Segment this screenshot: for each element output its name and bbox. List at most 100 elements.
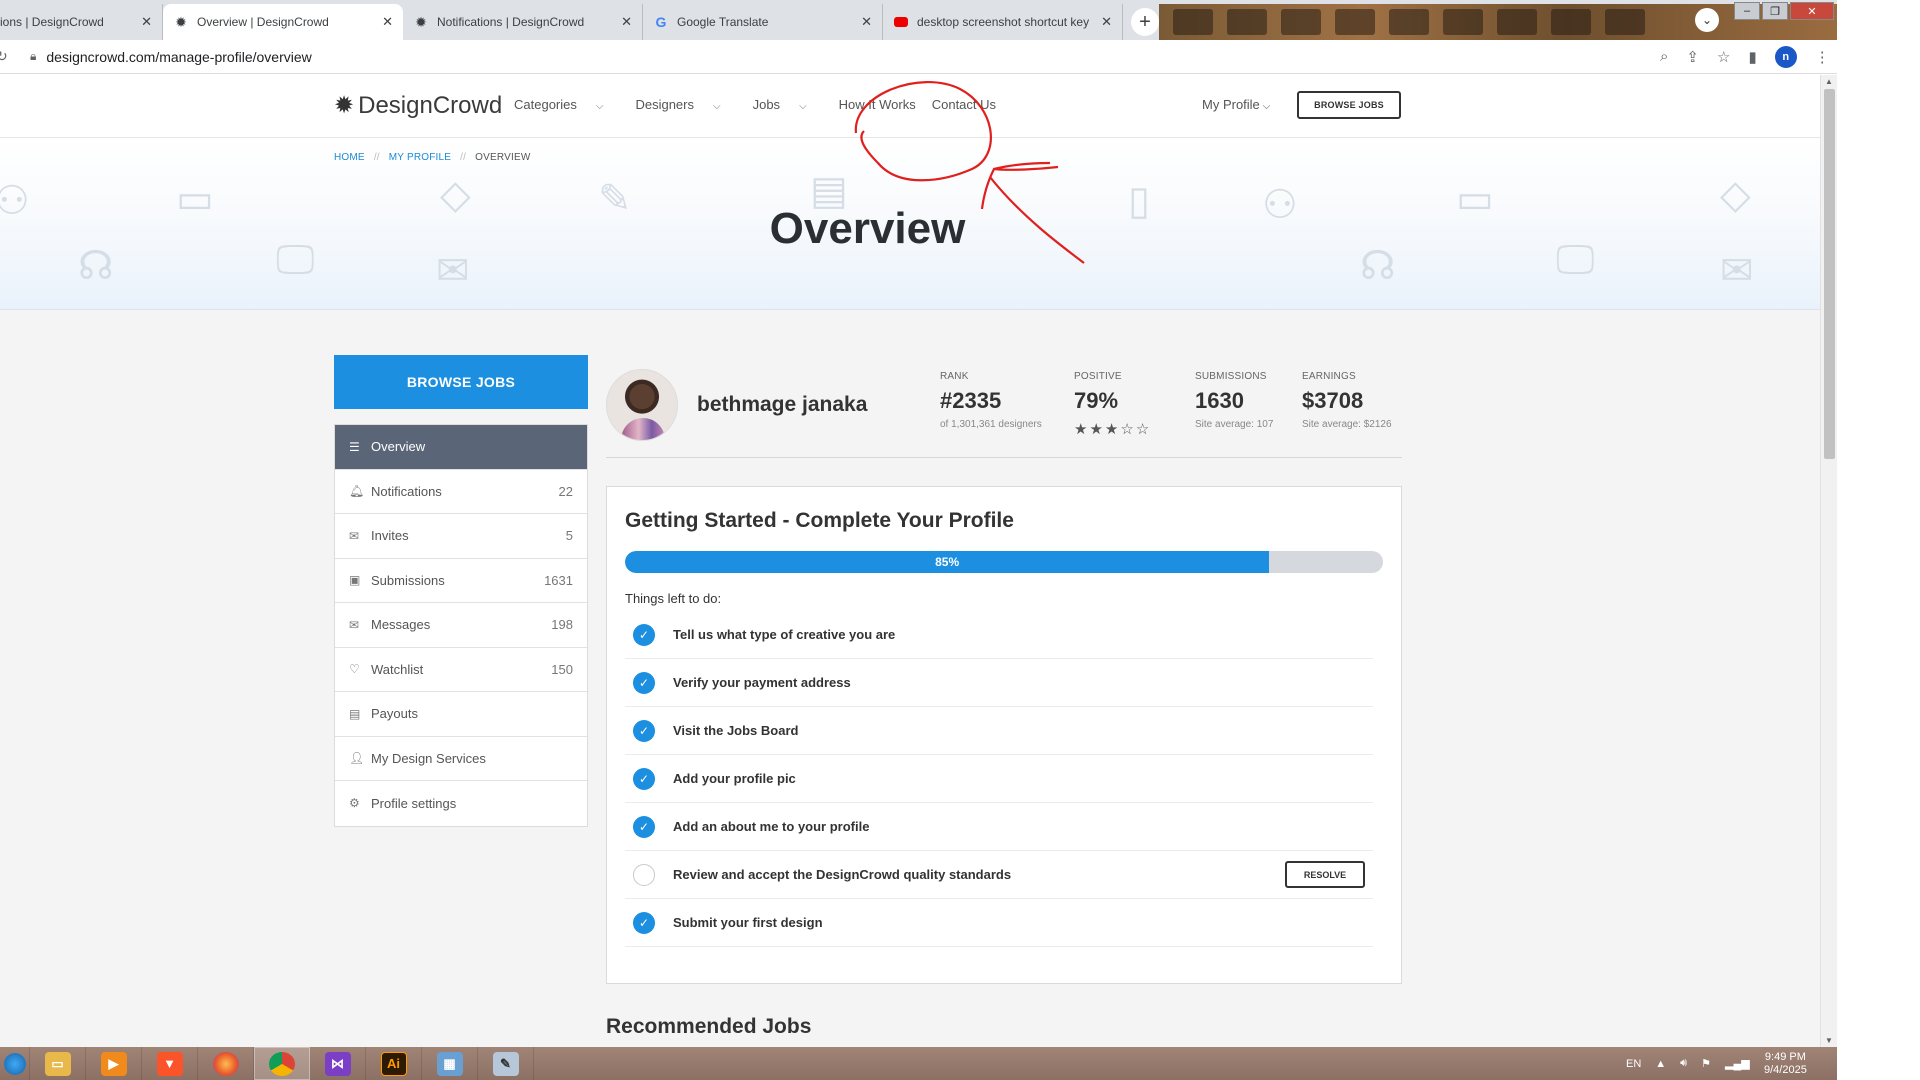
sidebar-item-submissions[interactable]: ▣ Submissions 1631 <box>335 559 587 603</box>
sidebar-item-count: 1631 <box>544 572 573 588</box>
taskbar-illustrator[interactable]: Ai <box>366 1047 422 1080</box>
star-filled-icon: ★ <box>1074 421 1090 438</box>
tab-search-chevron-icon[interactable]: ⌄ <box>1695 8 1719 32</box>
scrollbar-thumb[interactable] <box>1824 89 1835 459</box>
stat-value: 79% <box>1074 388 1119 413</box>
url-text: designcrowd.com/manage-profile/overview <box>46 48 312 65</box>
avatar[interactable] <box>606 369 678 441</box>
close-icon[interactable]: ✕ <box>861 14 872 30</box>
tray-expand-icon[interactable]: ▲ <box>1655 1058 1666 1070</box>
browse-jobs-header-button[interactable]: BROWSE JOBS <box>1297 91 1401 119</box>
tab-overview-designcrowd[interactable]: ✹ Overview | DesignCrowd ✕ <box>163 4 403 40</box>
stat-label: RANK <box>940 371 969 382</box>
resolve-button[interactable]: RESOLVE <box>1285 861 1365 888</box>
sidebar-menu: ☰ Overview 🔔︎ Notifications 22 ✉ Invites… <box>334 424 588 827</box>
nav-categories[interactable]: Categories ⌵ <box>514 97 619 112</box>
sidebar-item-notifications[interactable]: 🔔︎ Notifications 22 <box>335 470 587 514</box>
close-icon[interactable]: ✕ <box>382 14 393 30</box>
nav-designers[interactable]: Designers ⌵ <box>635 97 736 112</box>
breadcrumb-home[interactable]: HOME <box>334 152 365 163</box>
sidebar-item-count: 5 <box>565 528 573 544</box>
todo-text: Add an about me to your profile <box>673 819 870 834</box>
network-icon[interactable]: ▂▄▆ <box>1725 1057 1750 1070</box>
browse-jobs-button[interactable]: BROWSE JOBS <box>334 355 588 409</box>
bookmark-star-icon[interactable]: ☆ <box>1717 48 1730 66</box>
windows-start-button[interactable] <box>0 1047 30 1080</box>
restore-icon[interactable]: ❐ <box>1762 2 1788 20</box>
lock-icon[interactable]: 🔒︎ <box>30 49 36 64</box>
nav-jobs[interactable]: Jobs ⌵ <box>753 97 823 112</box>
close-icon[interactable]: ✕ <box>621 14 632 30</box>
taskbar-firefox[interactable] <box>198 1047 254 1080</box>
sidebar-item-overview[interactable]: ☰ Overview <box>335 425 587 470</box>
nav-how-it-works[interactable]: How It Works <box>839 97 916 112</box>
envelope-open-icon: ✉ <box>349 528 360 543</box>
volume-icon[interactable]: 🔊︎ <box>1680 1057 1687 1070</box>
tab-notifications-designcrowd[interactable]: ✹ Notifications | DesignCrowd ✕ <box>403 4 643 40</box>
sidebar-item-my-design-services[interactable]: 👤︎ My Design Services <box>335 737 587 781</box>
system-clock[interactable]: 9:49 PM 9/4/2025 <box>1764 1051 1807 1077</box>
taskbar-media-player[interactable]: ▶ <box>86 1047 142 1080</box>
taskbar-chrome[interactable] <box>254 1047 310 1080</box>
sidebar-item-profile-settings[interactable]: ⚙ Profile settings <box>335 781 587 826</box>
close-icon[interactable]: ✕ <box>1101 14 1112 30</box>
breadcrumb-my-profile[interactable]: MY PROFILE <box>389 152 451 163</box>
profile-avatar[interactable]: n <box>1774 45 1797 68</box>
check-circle-icon: ✓ <box>633 815 655 838</box>
close-window-icon[interactable]: ✕ <box>1790 2 1834 20</box>
new-tab-button[interactable]: + <box>1131 8 1159 36</box>
side-panel-icon[interactable]: ▮ <box>1748 48 1756 66</box>
todo-text: Tell us what type of creative you are <box>673 627 896 642</box>
taskbar-visual-studio[interactable]: ⋈ <box>310 1047 366 1080</box>
share-icon[interactable]: ⇪ <box>1686 48 1699 66</box>
site-logo[interactable]: ✹ DesignCrowd <box>334 91 502 120</box>
clock-date: 9/4/2025 <box>1764 1064 1807 1076</box>
sidebar-item-invites[interactable]: ✉ Invites 5 <box>335 514 587 559</box>
profile-name: bethmage janaka <box>697 393 868 416</box>
stat-submissions: SUBMISSIONS 1630 Site average: 107 <box>1195 371 1273 430</box>
scroll-down-icon[interactable]: ▼ <box>1825 1036 1833 1045</box>
sidebar-item-label: My Design Services <box>371 750 486 766</box>
chrome-icon <box>269 1051 295 1076</box>
flag-icon[interactable]: ⚑ <box>1701 1057 1711 1070</box>
taskbar-file-explorer[interactable]: ▭ <box>30 1047 86 1080</box>
page-scrollbar[interactable]: ▲ ▼ <box>1820 75 1837 1047</box>
main-nav: Categories ⌵ Designers ⌵ Jobs ⌵ How It Work… <box>514 97 1012 112</box>
nav-contact-us[interactable]: Contact Us <box>932 97 996 112</box>
system-tray: EN ▲ 🔊︎ ⚑ ▂▄▆ <box>1626 1047 1750 1080</box>
tab-google-translate[interactable]: G Google Translate ✕ <box>643 4 883 40</box>
sidebar-item-messages[interactable]: ✉ Messages 198 <box>335 603 587 648</box>
zoom-icon[interactable]: ⌕ <box>1660 48 1668 65</box>
taskbar-brave[interactable]: ▼ <box>142 1047 198 1080</box>
chevron-down-icon: ⌵ <box>799 101 807 112</box>
taskbar-paint[interactable]: ✎ <box>478 1047 534 1080</box>
illustrator-icon: Ai <box>380 1051 407 1076</box>
nav-label: Designers <box>635 97 694 112</box>
reload-icon[interactable]: ↻ <box>0 48 10 65</box>
my-profile-menu[interactable]: My Profile ⌵ <box>1202 97 1270 112</box>
sidebar-item-payouts[interactable]: ▤ Payouts <box>335 692 587 737</box>
sidebar-item-watchlist[interactable]: ♡ Watchlist 150 <box>335 648 587 692</box>
page-title: Overview <box>769 204 966 253</box>
todo-text: Submit your first design <box>673 915 823 930</box>
minimize-icon[interactable]: – <box>1734 2 1760 20</box>
star-filled-icon: ★ <box>1104 421 1121 438</box>
star-filled-icon: ★ <box>1089 421 1105 438</box>
todo-text: Visit the Jobs Board <box>673 723 799 738</box>
language-indicator[interactable]: EN <box>1626 1058 1641 1070</box>
todo-item: ✓ Add your profile pic <box>625 755 1373 803</box>
bell-icon: 🔔︎ <box>349 484 365 499</box>
designcrowd-icon: ✹ <box>175 13 187 30</box>
sidebar-item-label: Invites <box>371 528 409 544</box>
tab-title: Google Translate <box>677 15 769 29</box>
tab-actions-designcrowd[interactable]: ions | DesignCrowd ✕ <box>0 4 163 40</box>
file-explorer-icon: ▭ <box>44 1051 71 1076</box>
taskbar-photos[interactable]: ▦ <box>422 1047 478 1080</box>
close-icon[interactable]: ✕ <box>141 14 152 30</box>
sidebar-item-label: Overview <box>371 439 426 455</box>
menu-kebab-icon[interactable]: ⋮ <box>1815 48 1830 66</box>
tab-youtube[interactable]: desktop screenshot shortcut key ✕ <box>883 4 1123 40</box>
tab-title: Notifications | DesignCrowd <box>437 15 585 29</box>
url-omnibox[interactable]: 🔒︎ designcrowd.com/manage-profile/overvi… <box>24 43 1644 71</box>
scroll-up-icon[interactable]: ▲ <box>1825 77 1833 86</box>
